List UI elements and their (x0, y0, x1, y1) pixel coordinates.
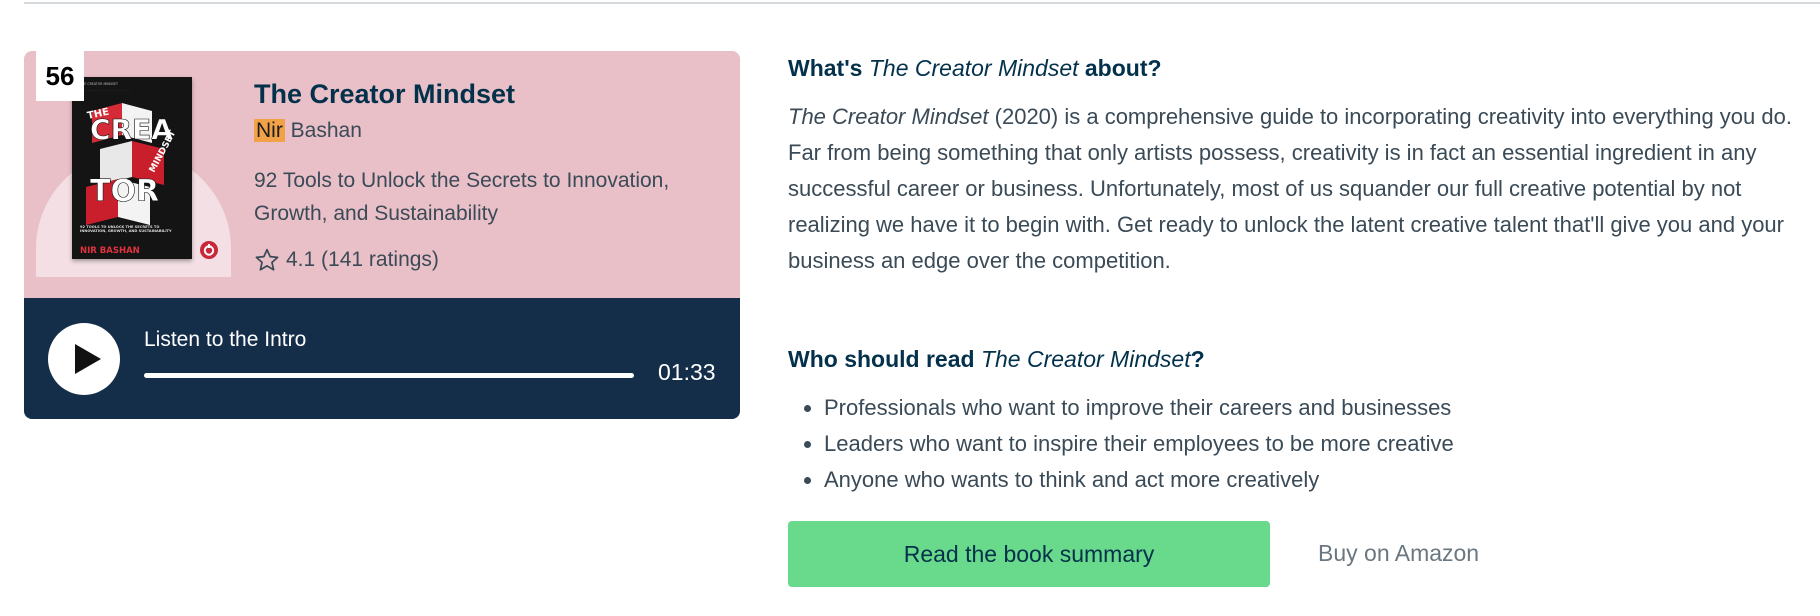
audio-player: Listen to the Intro 01:33 (24, 298, 740, 419)
book-author[interactable]: Nir Bashan (254, 119, 362, 143)
audience-list: Professionals who want to improve their … (788, 390, 1454, 498)
book-title[interactable]: The Creator Mindset (254, 79, 515, 110)
about-heading-suffix: about? (1078, 55, 1162, 81)
about-heading-title: The Creator Mindset (868, 55, 1079, 81)
list-item: Anyone who wants to think and act more c… (824, 462, 1454, 498)
audio-duration: 01:33 (658, 359, 716, 385)
star-outline-icon (255, 248, 279, 271)
audio-progress-bar[interactable] (144, 373, 634, 378)
book-cover[interactable]: THE CREATOR MINDSET . . . . . . . . . . … (72, 77, 192, 259)
about-paragraph: The Creator Mindset (2020) is a comprehe… (788, 99, 1798, 279)
svg-text:. . . . . . . . . . . . . . .: . . . . . . . . . . . . . . . . . . . . … (82, 88, 129, 92)
book-card[interactable]: THE CREATOR MINDSET . . . . . . . . . . … (24, 51, 740, 419)
about-heading: What's The Creator Mindset about? (788, 55, 1162, 82)
about-paragraph-text: (2020) is a comprehensive guide to incor… (788, 104, 1792, 273)
list-item: Professionals who want to improve their … (824, 390, 1454, 426)
author-last-name: Bashan (290, 119, 362, 142)
cover-author: NIR BASHAN (80, 246, 140, 256)
play-button[interactable] (48, 323, 120, 395)
about-paragraph-title: The Creator Mindset (788, 104, 989, 129)
book-subtitle: 92 Tools to Unlock the Secrets to Innova… (254, 169, 670, 225)
cover-blurb: THE CREATOR MINDSET (79, 82, 118, 86)
cover-word-tor: TOR (90, 174, 159, 209)
who-heading-suffix: ? (1190, 346, 1205, 372)
buy-on-amazon-link[interactable]: Buy on Amazon (1318, 540, 1479, 567)
play-icon (75, 344, 101, 374)
cover-word-crea: CREA (90, 113, 173, 146)
book-cover-art: THE CREATOR MINDSET . . . . . . . . . . … (72, 77, 192, 259)
list-item: Leaders who want to inspire their employ… (824, 426, 1454, 462)
who-heading: Who should read The Creator Mindset? (788, 346, 1205, 373)
top-divider (24, 2, 1820, 4)
about-heading-prefix: What's (788, 55, 869, 81)
read-summary-button[interactable]: Read the book summary (788, 521, 1270, 587)
rating-text: 4.1 (141 ratings) (286, 248, 439, 271)
who-heading-prefix: Who should read (788, 346, 981, 372)
rank-badge: 56 (36, 51, 84, 101)
book-rating: 4.1 (141 ratings) (254, 247, 439, 273)
book-card-header: THE CREATOR MINDSET . . . . . . . . . . … (24, 51, 740, 298)
who-heading-title: The Creator Mindset (980, 346, 1191, 372)
audio-label: Listen to the Intro (144, 328, 307, 351)
author-highlight: Nir (254, 119, 285, 142)
brand-badge-icon (200, 241, 218, 259)
cover-tagline: 92 TOOLS TO UNLOCK THE SECRETS TO INNOVA… (80, 225, 172, 234)
